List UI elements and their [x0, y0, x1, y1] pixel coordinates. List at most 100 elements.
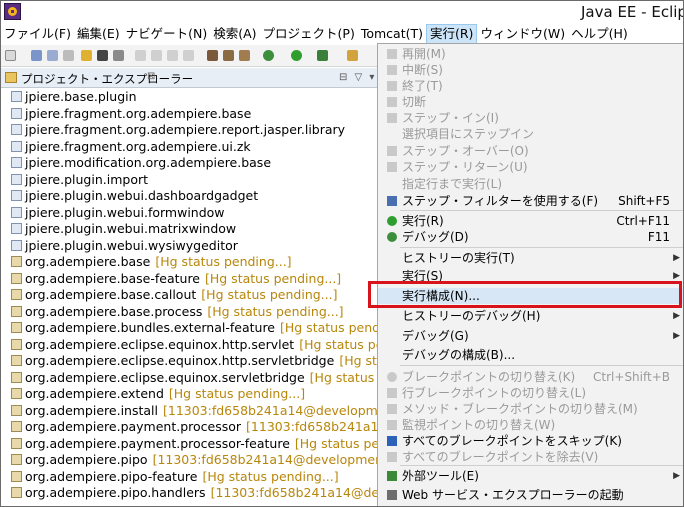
submenu-arrow-icon: ▶	[673, 331, 680, 341]
menu-file[interactable]: ファイル(F)	[1, 24, 74, 44]
tree-item[interactable]: org.adempiere.pipo [11303:fd658b241a14@de…	[11, 452, 377, 469]
hg-status: [11303:fd658b241a14@d	[246, 419, 377, 434]
project-name: jpiere.plugin.webui.dashboardgadget	[25, 188, 259, 203]
tree-item[interactable]: jpiere.modification.org.adempiere.base	[11, 155, 271, 172]
menu-edit[interactable]: 編集(E)	[74, 24, 123, 44]
save-all-icon[interactable]	[47, 50, 58, 61]
menu-help[interactable]: ヘルプ(H)	[568, 24, 631, 44]
menu-item-label: ステップ・イン(I)	[402, 111, 499, 125]
project-explorer-tab[interactable]: プロジェクト・エクスプローラー ⊠ ⊟ ▽ ▾	[1, 68, 377, 88]
submenu-arrow-icon: ▶	[673, 311, 680, 321]
run-menu-item[interactable]: ステップ・フィルターを使用する(F) Shift+F5	[378, 193, 683, 209]
project-icon	[11, 289, 22, 300]
hg-status: [Hg status pending...]	[168, 386, 306, 401]
project-icon	[11, 487, 22, 498]
project-icon	[11, 140, 22, 152]
run-dropdown-icon[interactable]	[291, 50, 302, 61]
project-name: org.adempiere.bundles.external-feature	[25, 320, 275, 335]
tree-item[interactable]: org.adempiere.eclipse.equinox.servletbri…	[11, 370, 377, 387]
skip-toolbar-icon[interactable]	[167, 50, 178, 61]
tree-item[interactable]: jpiere.plugin.webui.dashboardgadget	[11, 188, 258, 205]
menu-search[interactable]: 検索(A)	[210, 24, 259, 44]
wrench-icon[interactable]	[113, 50, 124, 61]
tree-item[interactable]: jpiere.plugin.import	[11, 172, 148, 189]
tree-item[interactable]: org.adempiere.base.process [Hg status pen…	[11, 304, 344, 321]
eclipse-app-icon[interactable]	[4, 3, 21, 20]
debug-run-icon[interactable]	[263, 50, 274, 61]
menu-run[interactable]: 実行(R)	[426, 24, 478, 44]
tree-item[interactable]: jpiere.plugin.webui.wysiwygeditor	[11, 238, 238, 255]
menu-window[interactable]: ウィンドウ(W)	[477, 24, 568, 44]
debug-toolbar-icon[interactable]	[135, 50, 146, 61]
run-menu-item: 選択項目にステップイン	[378, 126, 683, 142]
project-name: org.adempiere.base.callout	[25, 287, 197, 302]
run-menu-item: 終了(T)	[378, 78, 683, 94]
run-menu-item[interactable]: 外部ツール(E) ▶	[378, 468, 683, 484]
project-icon	[11, 437, 22, 449]
tree-item[interactable]: jpiere.fragment.org.adempiere.base	[11, 106, 251, 123]
tomcat-start-icon[interactable]	[207, 50, 218, 61]
hg-status: [Hg status pending...]	[205, 270, 342, 286]
tomcat-stop-icon[interactable]	[223, 50, 234, 61]
tree-item[interactable]: jpiere.fragment.org.adempiere.report.jas…	[11, 122, 345, 139]
tree-item[interactable]: org.adempiere.pipo.handlers [11303:fd658b…	[11, 485, 377, 502]
menu-project[interactable]: プロジェクト(P)	[260, 24, 358, 44]
project-name: org.adempiere.eclipse.equinox.servletbri…	[25, 369, 305, 385]
menu-tomcat[interactable]: Tomcat(T)	[358, 24, 426, 44]
remove-breakpoints-icon	[387, 452, 397, 462]
menu-separator	[400, 210, 683, 211]
run-menu-item[interactable]: デバッグ(D) F11	[378, 229, 683, 245]
breakpoint-toolbar-icon[interactable]	[183, 50, 194, 61]
tree-item[interactable]: jpiere.base.plugin	[11, 89, 137, 106]
run-menu-item: 中断(S)	[378, 62, 683, 78]
hg-status: [11303:fd658b241a14@devel	[210, 485, 377, 500]
tree-item[interactable]: org.adempiere.extend [Hg status pending..…	[11, 386, 305, 403]
tree-item[interactable]: org.adempiere.base-feature [Hg status pen…	[11, 271, 341, 288]
close-view-icon[interactable]: ⊠	[147, 71, 155, 82]
tree-item[interactable]: org.adempiere.eclipse.equinox.http.servl…	[11, 353, 377, 370]
run-icon	[387, 216, 397, 226]
line-breakpoint-icon	[387, 388, 397, 398]
terminal-icon[interactable]	[97, 50, 108, 61]
run-menu-item[interactable]: デバッグ(G) ▶	[378, 328, 683, 344]
hg-status: [11303:fd658b241a14@development]	[152, 452, 377, 467]
tree-item[interactable]: org.adempiere.base [Hg status pending...]	[11, 254, 292, 271]
menu-item-label: デバッグ(D)	[402, 230, 469, 244]
tree-item[interactable]: org.adempiere.eclipse.equinox.http.servl…	[11, 337, 377, 354]
run-menu-item[interactable]: ヒストリーのデバッグ(H) ▶	[378, 308, 683, 324]
run-menu-item[interactable]: デバッグの構成(B)...	[378, 347, 683, 363]
search-toolbar-icon[interactable]	[347, 50, 358, 61]
tree-item[interactable]: org.adempiere.payment.processor [11303:fd…	[11, 419, 377, 436]
external-tools-toolbar-icon[interactable]	[317, 50, 328, 61]
build-icon[interactable]	[81, 50, 92, 61]
save-icon[interactable]	[31, 50, 42, 61]
submenu-arrow-icon: ▶	[673, 253, 680, 263]
menu-item-label: 再開(M)	[402, 47, 446, 61]
tree-item[interactable]: org.adempiere.payment.processor-feature[…	[11, 436, 377, 453]
run-menu-item[interactable]: Web サービス・エクスプローラーの起動	[378, 487, 683, 503]
menu-item-label: 行ブレークポイントの切り替え(L)	[402, 386, 587, 400]
tree-item[interactable]: org.adempiere.base.callout [Hg status pen…	[11, 287, 337, 304]
tomcat-restart-icon[interactable]	[239, 50, 250, 61]
run-menu-item: ステップ・イン(I)	[378, 110, 683, 126]
menu-item-shortcut: Ctrl+Shift+B	[593, 370, 670, 384]
run-menu-item[interactable]: ヒストリーの実行(T) ▶	[378, 250, 683, 266]
run-menu-item: 行ブレークポイントの切り替え(L)	[378, 385, 683, 401]
project-name: jpiere.fragment.org.adempiere.report.jas…	[25, 122, 346, 137]
project-icon	[11, 173, 22, 185]
tree-item[interactable]: org.adempiere.pipo-feature [Hg status pen…	[11, 469, 339, 486]
tree-item[interactable]: jpiere.fragment.org.adempiere.ui.zk	[11, 139, 251, 156]
tree-item[interactable]: jpiere.plugin.webui.formwindow	[11, 205, 225, 222]
tree-item[interactable]: org.adempiere.bundles.external-feature [H…	[11, 320, 377, 337]
debug-icon	[387, 232, 397, 242]
view-toolbar-icons[interactable]: ⊟ ▽ ▾	[339, 72, 376, 83]
run-menu-item[interactable]: 実行(R) Ctrl+F11	[378, 213, 683, 229]
print-icon[interactable]	[63, 50, 74, 61]
tree-item[interactable]: jpiere.plugin.webui.matrixwindow	[11, 221, 236, 238]
step-toolbar-icon[interactable]	[151, 50, 162, 61]
run-menu-item: 指定行まで実行(L)	[378, 176, 683, 192]
tree-item[interactable]: org.adempiere.install [11303:fd658b241a14…	[11, 403, 377, 420]
run-menu-item[interactable]: すべてのブレークポイントをスキップ(K)	[378, 433, 683, 449]
new-icon[interactable]	[5, 50, 16, 61]
menu-navigate[interactable]: ナビゲート(N)	[123, 24, 211, 44]
